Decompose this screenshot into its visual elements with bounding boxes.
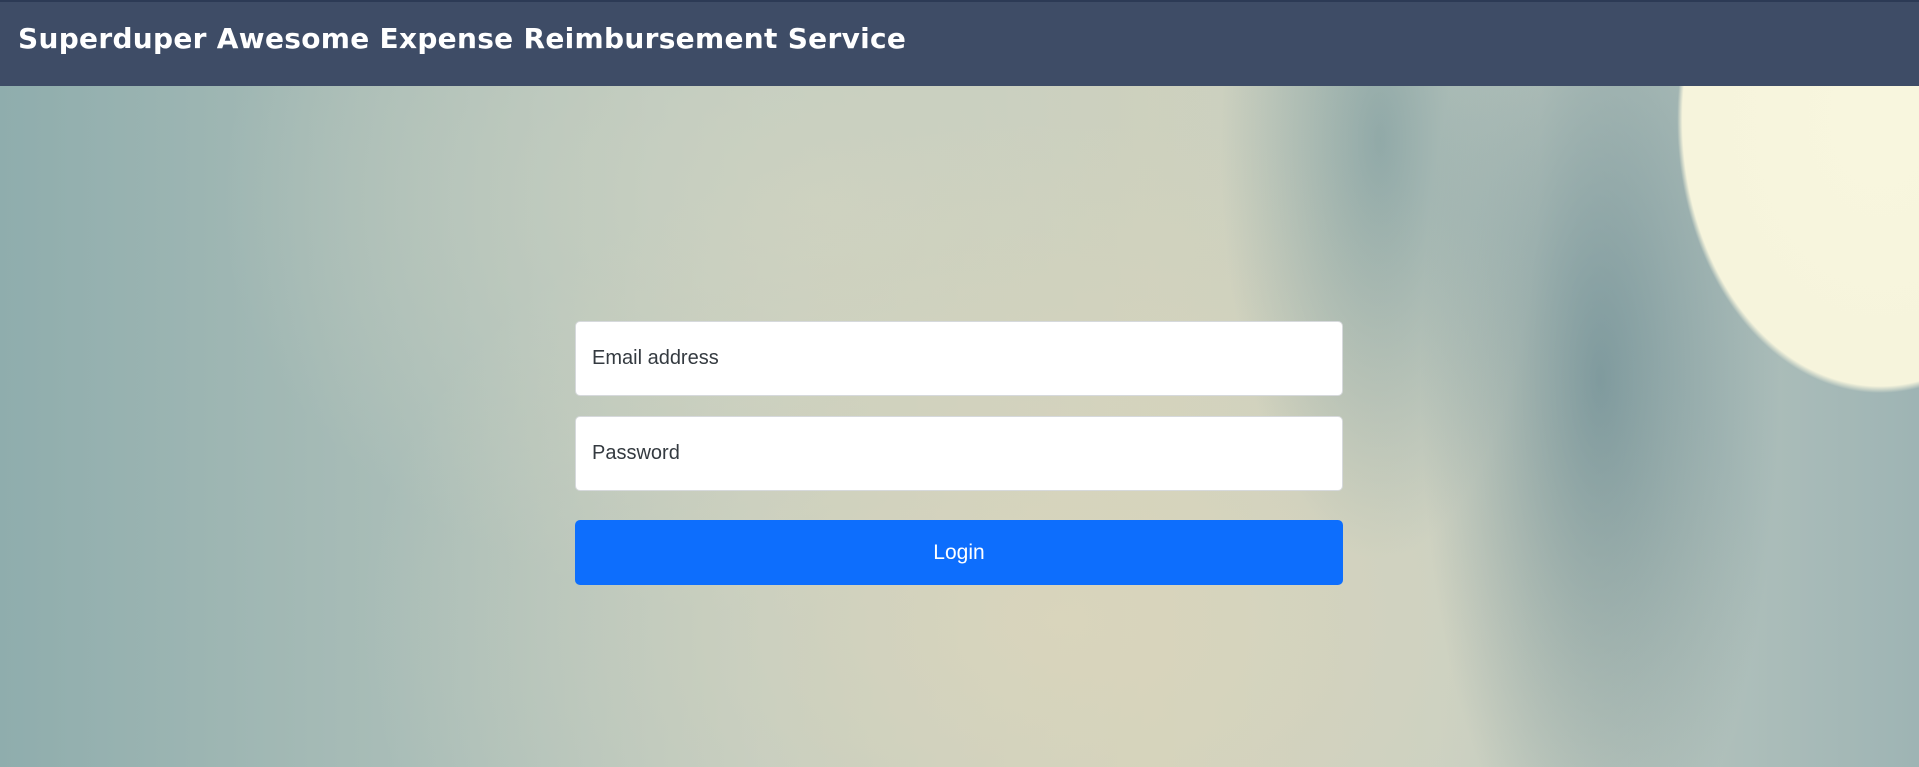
login-form: Login bbox=[575, 321, 1343, 585]
email-input[interactable] bbox=[575, 321, 1343, 396]
app-title: Superduper Awesome Expense Reimbursement… bbox=[18, 22, 907, 55]
login-button[interactable]: Login bbox=[575, 520, 1343, 585]
password-input[interactable] bbox=[575, 416, 1343, 491]
navbar: Superduper Awesome Expense Reimbursement… bbox=[0, 0, 1919, 86]
